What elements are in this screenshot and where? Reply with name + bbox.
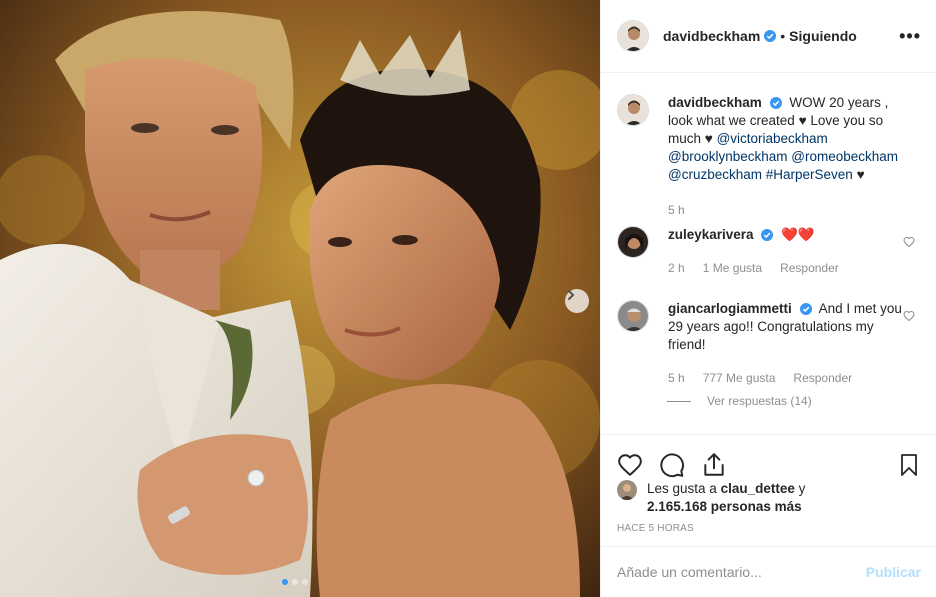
comment-username[interactable]: giancarlogiammetti — [668, 301, 792, 316]
chevron-right-icon — [568, 290, 575, 300]
add-comment-bar: Publicar — [601, 546, 936, 597]
likes-summary: Les gusta a clau_dettee y 2.165.168 pers… — [617, 480, 837, 516]
follow-status-button[interactable]: Siguiendo — [789, 28, 857, 44]
verified-badge-icon — [764, 30, 777, 42]
view-replies-label: Ver respuestas (14) — [707, 394, 812, 408]
likes-count[interactable]: 2.165.168 personas más — [647, 499, 802, 514]
comment-meta: 5 h 777 Me gusta Responder — [668, 369, 908, 387]
mention-link[interactable]: @romeobeckham — [791, 149, 898, 164]
wedding-photo-illustration — [0, 0, 600, 597]
liker-username[interactable]: clau_dettee — [721, 481, 795, 496]
action-bar — [601, 434, 936, 484]
header-separator: • — [780, 28, 786, 44]
mention-link[interactable]: @cruzbeckham — [668, 167, 762, 182]
comment-likes[interactable]: 1 Me gusta — [703, 259, 762, 277]
carousel-dot — [282, 579, 288, 585]
comment-time[interactable]: 2 h — [668, 259, 685, 277]
liker-avatar[interactable] — [617, 480, 637, 500]
publish-button[interactable]: Publicar — [866, 564, 921, 580]
verified-badge-icon — [761, 229, 774, 242]
commenter-avatar[interactable] — [617, 300, 649, 332]
likes-conj: y — [798, 481, 806, 496]
carousel-dot — [292, 579, 298, 585]
verified-badge-icon — [769, 97, 782, 110]
comments-list[interactable]: davidbeckham WOW 20 years , look what we… — [601, 74, 936, 434]
comment-likes[interactable]: 777 Me gusta — [703, 369, 776, 387]
comment-time[interactable]: 5 h — [668, 369, 685, 387]
view-replies-button[interactable]: Ver respuestas (14) — [667, 394, 812, 408]
caption-time[interactable]: 5 h — [668, 201, 685, 219]
caption-username[interactable]: davidbeckham — [668, 95, 762, 110]
caption-body: davidbeckham WOW 20 years , look what we… — [668, 94, 908, 219]
like-comment-heart-icon[interactable] — [903, 310, 915, 322]
author-avatar[interactable] — [617, 20, 649, 52]
caption-heart: ♥ — [856, 167, 865, 182]
comment-meta: 2 h 1 Me gusta Responder — [668, 259, 908, 277]
more-options-icon[interactable]: ••• — [899, 26, 921, 47]
comment-body: giancarlogiammetti And I met you 29 year… — [668, 300, 908, 387]
like-comment-heart-icon[interactable] — [903, 236, 915, 248]
post-side-panel: davidbeckham • Siguiendo ••• davidbeckha… — [600, 0, 936, 597]
mention-link[interactable]: @brooklynbeckham — [668, 149, 788, 164]
caption-row: davidbeckham WOW 20 years , look what we… — [617, 94, 908, 219]
verified-badge-icon — [799, 303, 812, 316]
mention-link[interactable]: @victoriabeckham — [717, 131, 828, 146]
carousel-indicator — [282, 579, 308, 585]
comment-icon[interactable] — [659, 452, 685, 478]
author-avatar[interactable] — [617, 94, 649, 126]
reply-button[interactable]: Responder — [793, 369, 852, 387]
bookmark-icon[interactable] — [897, 452, 921, 478]
post-photo[interactable] — [0, 0, 600, 597]
heart-icon[interactable] — [617, 452, 643, 478]
post-header: davidbeckham • Siguiendo ••• — [601, 0, 936, 73]
replies-line — [667, 400, 691, 402]
caption-heart: ♥ — [798, 113, 807, 128]
likes-prefix: Les gusta a — [647, 481, 717, 496]
commenter-avatar[interactable] — [617, 226, 649, 258]
caption-heart: ♥ — [704, 131, 713, 146]
next-photo-button[interactable] — [565, 289, 589, 313]
post-timestamp[interactable]: HACE 5 HORAS — [617, 523, 694, 534]
caption-meta: 5 h — [668, 201, 908, 219]
comment-username[interactable]: zuleykarivera — [668, 227, 754, 242]
comment-text: ❤️❤️ — [781, 227, 815, 242]
comment-row: zuleykarivera ❤️❤️ 2 h 1 Me gusta Respon… — [617, 226, 908, 277]
comment-input[interactable] — [617, 564, 866, 580]
hashtag-link[interactable]: #HarperSeven — [766, 167, 853, 182]
comment-row: giancarlogiammetti And I met you 29 year… — [617, 300, 908, 387]
carousel-dot — [302, 579, 308, 585]
reply-button[interactable]: Responder — [780, 259, 839, 277]
comment-body: zuleykarivera ❤️❤️ 2 h 1 Me gusta Respon… — [668, 226, 908, 277]
author-username[interactable]: davidbeckham — [663, 28, 760, 44]
share-icon[interactable] — [701, 452, 727, 478]
